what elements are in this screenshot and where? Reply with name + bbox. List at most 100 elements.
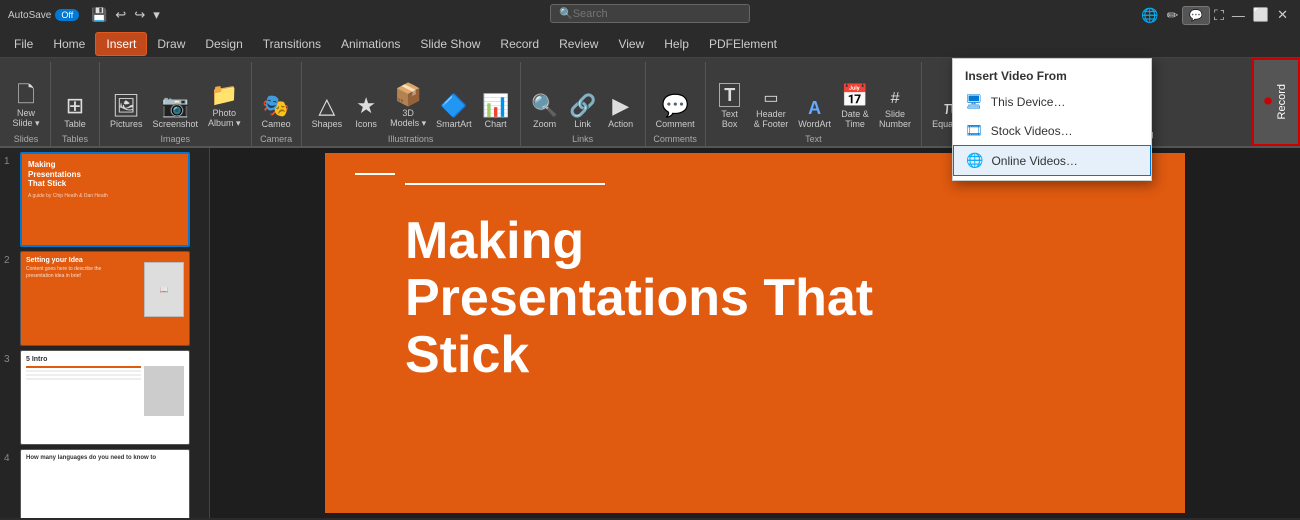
close-button[interactable]: ✕ [1273,5,1292,25]
screenshot-label: Screenshot [153,119,199,129]
ribbon-group-links: 🔍 Zoom 🔗 Link ▶ Action Links [521,62,646,146]
images-group-label: Images [106,132,245,144]
zoom-button[interactable]: 🔍 Zoom [527,70,563,132]
menu-review[interactable]: Review [549,33,608,55]
record-label: Record [1276,84,1288,119]
action-label: Action [608,119,633,129]
new-slide-icon: 🗋 [17,84,35,106]
this-device-label: This Device… [991,95,1066,109]
menu-design[interactable]: Design [195,33,252,55]
table-label: Table [64,119,86,129]
text-group-label: Text [712,132,915,144]
slide-num-1: 1 [4,152,16,167]
minimize-button[interactable]: — [1228,6,1249,25]
text-box-label: TextBox [721,109,738,129]
fullscreen-button[interactable]: ⛶ [1210,5,1228,26]
action-button[interactable]: ▶ Action [603,70,639,132]
chart-icon: 📊 [482,95,509,117]
ribbon: 🗋 NewSlide ▾ Slides ⊞ Table Tables 🖼 Pic… [0,58,1300,148]
record-icon: ⏺ [1264,93,1272,111]
ribbon-group-illustrations: △ Shapes ★ Icons 📦 3DModels ▾ 🔷 SmartArt… [302,62,521,146]
menu-draw[interactable]: Draw [147,33,195,55]
this-device-icon: 🖥 [965,93,983,110]
ribbon-group-tables: ⊞ Table Tables [51,62,100,146]
menu-transitions[interactable]: Transitions [253,33,331,55]
illustrations-group-label: Illustrations [308,132,514,144]
text-box-button[interactable]: T TextBox [712,70,748,132]
slide-line-decoration [405,183,605,185]
search-bar[interactable]: 🔍 [550,4,750,23]
link-label: Link [574,119,591,129]
slide-thumb-4[interactable]: 4 How many languages do you need to know… [4,449,205,518]
save-button[interactable]: 💾 [87,5,111,25]
slide-thumb-2[interactable]: 2 Setting your Idea Content goes here to… [4,251,205,346]
smartart-label: SmartArt [436,119,472,129]
menu-slideshow[interactable]: Slide Show [410,33,490,55]
menu-animations[interactable]: Animations [331,33,410,55]
this-device-item[interactable]: 🖥 This Device… [953,87,1151,116]
menu-record[interactable]: Record [490,33,549,55]
photo-album-button[interactable]: 📁 PhotoAlbum ▾ [204,70,245,132]
menu-file[interactable]: File [4,33,43,55]
wordart-button[interactable]: A WordArt [794,70,835,132]
shapes-button[interactable]: △ Shapes [308,70,347,132]
autosave-toggle[interactable]: Off [55,9,79,21]
search-input[interactable] [573,8,741,20]
screenshot-icon: 📷 [162,95,189,117]
photo-album-icon: 📁 [211,84,238,106]
more-options-button[interactable]: ▾ [149,5,164,25]
smartart-button[interactable]: 🔷 SmartArt [432,70,476,132]
slide-thumb-1[interactable]: 1 MakingPresentationsThat Stick A guide … [4,152,205,247]
3d-models-button[interactable]: 📦 3DModels ▾ [386,70,430,132]
text-box-icon: T [719,83,740,107]
record-button[interactable]: ⏺ Record [1252,58,1300,146]
date-time-button[interactable]: 📅 Date &Time [837,70,873,132]
menu-insert[interactable]: Insert [95,32,147,56]
slide-topbar-decoration [355,173,395,175]
comment-button[interactable]: 💬 Comment [652,70,699,132]
slide-thumb-3[interactable]: 3 5 Intro [4,350,205,445]
globe-button[interactable]: 🌐 [1137,5,1162,26]
tables-group-label: Tables [57,132,93,144]
cameo-button[interactable]: 🎭 Cameo [258,70,295,132]
chart-button[interactable]: 📊 Chart [478,70,514,132]
new-slide-button[interactable]: 🗋 NewSlide ▾ [8,70,44,132]
slide-num-4: 4 [4,449,16,464]
header-footer-button[interactable]: ▭ Header& Footer [750,70,793,132]
redo-button[interactable]: ↪ [130,5,149,25]
action-icon: ▶ [612,95,629,117]
restore-button[interactable]: ⬜ [1249,5,1273,25]
slide-number-icon: # [891,91,900,107]
main-title-line2: Presentations That [405,269,873,327]
slide-img-2: Setting your Idea Content goes here to d… [20,251,190,346]
menu-view[interactable]: View [608,33,654,55]
online-videos-item[interactable]: 🌐 Online Videos… [953,145,1151,176]
date-time-label: Date &Time [841,109,869,129]
wordart-icon: A [808,99,821,117]
slide1-title: MakingPresentationsThat Stick [28,160,182,189]
comments-group-label: Comments [652,132,699,144]
slide-panel[interactable]: 1 MakingPresentationsThat Stick A guide … [0,148,210,518]
ribbon-group-camera: 🎭 Cameo Camera [252,62,302,146]
table-button[interactable]: ⊞ Table [57,70,93,132]
screenshot-button[interactable]: 📷 Screenshot [149,70,203,132]
menu-help[interactable]: Help [654,33,699,55]
slide-num-2: 2 [4,251,16,266]
menu-home[interactable]: Home [43,33,95,55]
menu-pdfelement[interactable]: PDFElement [699,33,787,55]
slide4-title: How many languages do you need to know t… [26,455,184,461]
main-title-line1: Making [405,212,584,270]
cameo-icon: 🎭 [262,95,289,117]
undo-button[interactable]: ↩ [111,5,130,25]
slide-img-4: How many languages do you need to know t… [20,449,190,518]
slide-number-button[interactable]: # SlideNumber [875,70,915,132]
slides-group-label: Slides [8,132,44,144]
chat-button[interactable]: 💬 [1182,6,1210,25]
pen-button[interactable]: ✏ [1163,5,1183,26]
stock-videos-item[interactable]: 🎞 Stock Videos… [953,116,1151,145]
zoom-label: Zoom [533,119,556,129]
icons-button[interactable]: ★ Icons [348,70,384,132]
link-button[interactable]: 🔗 Link [565,70,601,132]
main-slide: Making Presentations That Stick [325,153,1185,513]
pictures-button[interactable]: 🖼 Pictures [106,70,147,132]
